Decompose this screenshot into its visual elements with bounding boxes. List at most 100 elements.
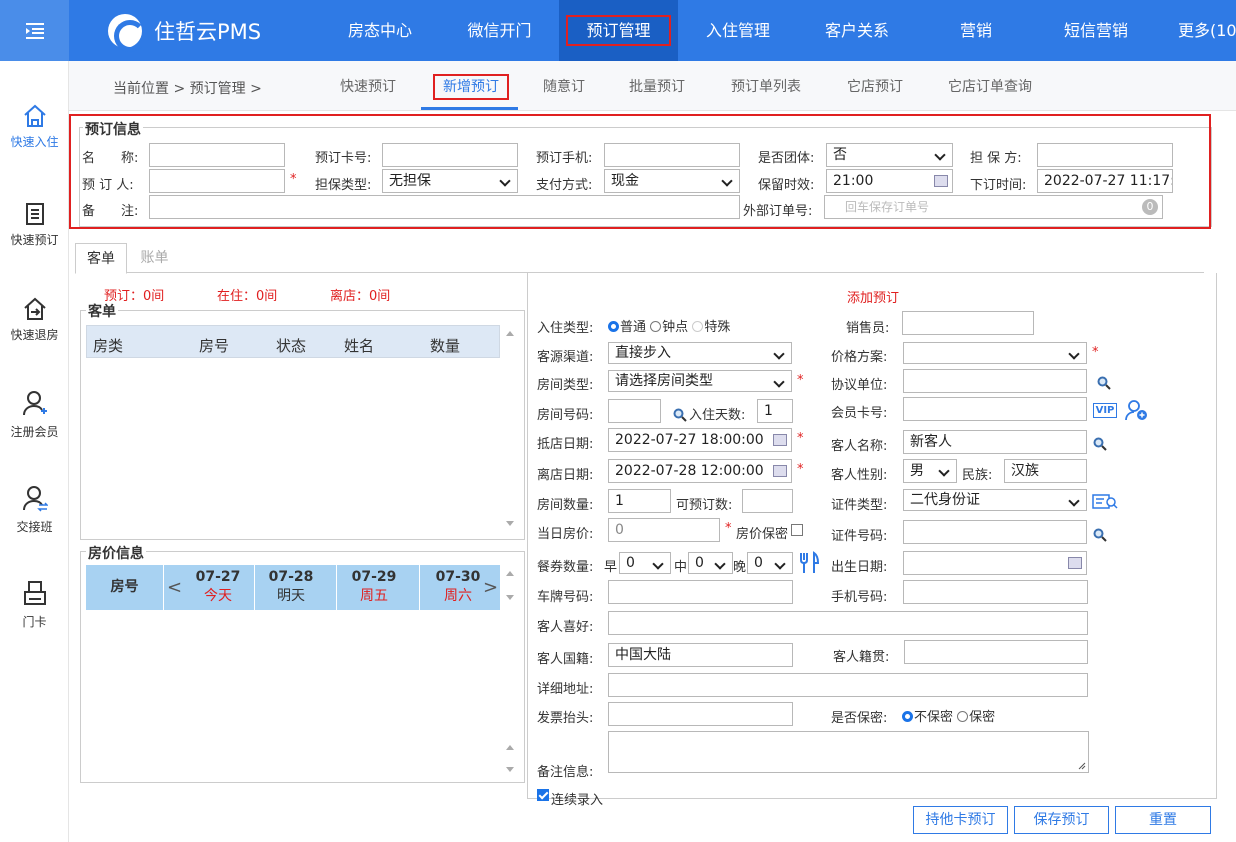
save-booking-button[interactable]: 保存预订 <box>1014 806 1109 834</box>
add-member-icon[interactable] <box>1125 399 1149 421</box>
gender-select[interactable]: 男 <box>903 459 957 483</box>
hobby-input[interactable] <box>608 611 1088 635</box>
dinner-select[interactable]: 0 <box>747 552 793 574</box>
calendar-icon[interactable] <box>1068 557 1082 569</box>
tab-other-store-booking[interactable]: 它店预订 <box>847 76 903 96</box>
sidebar-item-door-card[interactable]: 门卡 <box>0 579 69 630</box>
plate-input[interactable] <box>608 580 793 604</box>
search-icon[interactable] <box>673 408 687 422</box>
calendar-icon[interactable] <box>773 434 787 446</box>
calendar-icon[interactable] <box>773 465 787 477</box>
tab-account[interactable]: 账单 <box>127 243 182 273</box>
menu-toggle-button[interactable] <box>0 0 69 61</box>
name-input[interactable] <box>149 143 285 167</box>
nav-checkin-management[interactable]: 入住管理 <box>678 0 798 61</box>
member-card-input[interactable] <box>903 397 1087 421</box>
room-count-input[interactable]: 1 <box>608 489 671 513</box>
sidebar-item-quick-checkout[interactable]: 快速退房 <box>0 296 69 343</box>
ethnic-input[interactable]: 汉族 <box>1004 459 1087 483</box>
guest-name-input[interactable]: 新客人 <box>903 430 1087 454</box>
lunch-select[interactable]: 0 <box>688 552 733 574</box>
order-time-input[interactable]: 2022-07-27 11:17:0 <box>1037 169 1173 193</box>
native-place-input[interactable] <box>904 640 1088 664</box>
arrive-date-input[interactable]: 2022-07-27 18:00:00 <box>608 428 792 452</box>
scroll-down-icon[interactable] <box>506 595 514 600</box>
mobile-input[interactable] <box>903 580 1088 604</box>
tab-booking-list[interactable]: 预订单列表 <box>731 76 801 96</box>
tab-new-booking[interactable]: 新增预订 <box>433 74 509 100</box>
scroll-up-icon[interactable] <box>506 745 514 750</box>
source-select[interactable]: 直接步入 <box>608 342 792 364</box>
search-icon[interactable] <box>1093 528 1107 542</box>
stay-days-input[interactable]: 1 <box>757 399 793 423</box>
pay-method-select[interactable]: 现金 <box>604 169 740 193</box>
room-no-input[interactable] <box>608 399 661 423</box>
nav-marketing[interactable]: 营销 <box>916 0 1036 61</box>
nav-room-status[interactable]: 房态中心 <box>320 0 440 61</box>
id-type-select[interactable]: 二代身份证 <box>903 489 1087 511</box>
vip-icon[interactable]: VIP <box>1093 403 1117 418</box>
sidebar-item-shift-handover[interactable]: 交接班 <box>0 484 69 535</box>
prev-dates-button[interactable]: < <box>167 577 182 598</box>
radio-normal[interactable]: 普通 <box>608 320 646 335</box>
booker-input[interactable] <box>149 169 285 193</box>
sidebar-item-register-member[interactable]: 注册会员 <box>0 389 69 440</box>
nav-sms-marketing[interactable]: 短信营销 <box>1036 0 1156 61</box>
search-icon[interactable] <box>1093 437 1107 451</box>
salesperson-input[interactable] <box>902 311 1034 335</box>
price-plan-select[interactable] <box>903 342 1087 364</box>
sidebar-item-quick-checkin[interactable]: 快速入住 <box>0 103 69 150</box>
nav-more[interactable]: 更多(10 <box>1156 0 1236 61</box>
tab-batch-booking[interactable]: 批量预订 <box>629 76 685 96</box>
radio-not-secret[interactable]: 不保密 <box>902 710 953 725</box>
id-card-scan-icon[interactable] <box>1092 493 1118 511</box>
search-icon[interactable] <box>1097 376 1111 390</box>
booking-phone-input[interactable] <box>604 143 740 167</box>
memo-textarea[interactable] <box>608 731 1089 773</box>
radio-special[interactable]: 特殊 <box>692 320 730 335</box>
nav-booking-management[interactable]: 预订管理 <box>559 0 678 61</box>
id-no-input[interactable] <box>903 520 1087 544</box>
remark-input[interactable] <box>149 195 740 219</box>
price-secret-checkbox[interactable] <box>791 524 803 536</box>
cutlery-icon <box>800 551 820 573</box>
guarantor-input[interactable] <box>1037 143 1173 167</box>
reset-button[interactable]: 重置 <box>1115 806 1211 834</box>
group-select[interactable]: 否 <box>826 143 953 167</box>
tab-other-store-query[interactable]: 它店订单查询 <box>948 76 1032 96</box>
tab-quick-booking[interactable]: 快速预订 <box>340 76 396 96</box>
other-card-booking-button[interactable]: 持他卡预订 <box>913 806 1008 834</box>
scroll-up-icon[interactable] <box>506 331 514 336</box>
tab-free-booking[interactable]: 随意订 <box>543 76 585 96</box>
card-no-input[interactable] <box>382 143 518 167</box>
resize-handle-icon[interactable] <box>1078 762 1086 770</box>
external-order-input[interactable]: 回车保存订单号 0 <box>824 195 1163 219</box>
birthday-input[interactable] <box>903 551 1087 575</box>
radio-hourly[interactable]: 钟点 <box>650 320 688 335</box>
radio-secret[interactable]: 保密 <box>957 710 995 725</box>
guarantee-type-select[interactable]: 无担保 <box>382 169 518 193</box>
room-type-select[interactable]: 请选择房间类型 <box>608 370 792 392</box>
continuous-entry-checkbox[interactable] <box>537 789 549 801</box>
breakfast-select[interactable]: 0 <box>619 552 671 574</box>
app-logo[interactable]: 住哲云PMS <box>108 14 261 52</box>
available-input[interactable] <box>742 489 793 513</box>
address-input[interactable] <box>608 673 1088 697</box>
nav-wechat-door[interactable]: 微信开门 <box>440 0 559 61</box>
sidebar-item-quick-booking[interactable]: 快速预订 <box>0 201 69 248</box>
calendar-icon[interactable] <box>934 175 948 187</box>
agreement-input[interactable] <box>903 369 1087 393</box>
depart-date-input[interactable]: 2022-07-28 12:00:00 <box>608 459 792 483</box>
nav-customer-relations[interactable]: 客户关系 <box>798 0 916 61</box>
hold-time-input[interactable]: 21:00 <box>826 169 953 193</box>
room-price-scrollbar[interactable] <box>503 565 517 777</box>
invoice-input[interactable] <box>608 702 793 726</box>
scroll-up-icon[interactable] <box>506 571 514 576</box>
scroll-down-icon[interactable] <box>506 521 514 526</box>
guest-list-scrollbar[interactable] <box>503 325 517 533</box>
scroll-down-icon[interactable] <box>506 767 514 772</box>
daily-price-input[interactable]: 0 <box>608 518 720 542</box>
add-booking-link[interactable]: 添加预订 <box>847 287 899 306</box>
tab-guest-bill[interactable]: 客单 <box>75 243 127 274</box>
nationality-input[interactable]: 中国大陆 <box>608 643 793 667</box>
